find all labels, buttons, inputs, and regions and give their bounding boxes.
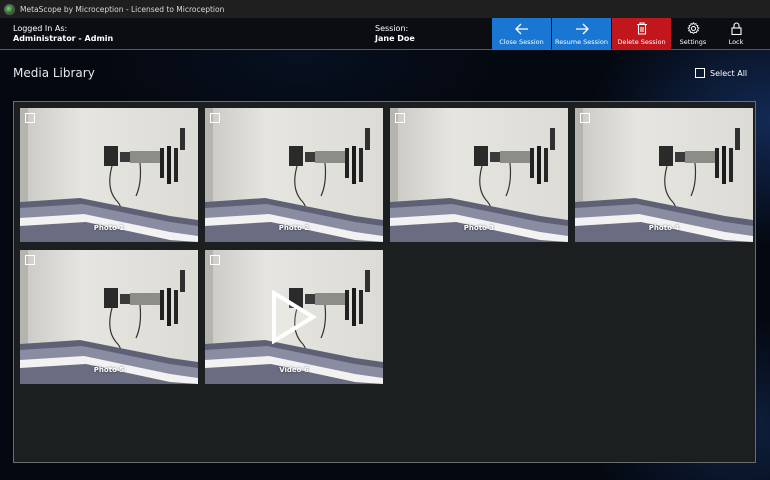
item-caption: Photo 2 (278, 224, 310, 232)
app-logo-icon (4, 3, 15, 15)
select-all-checkbox[interactable]: Select All (695, 68, 747, 78)
thumbnail-image (390, 108, 568, 242)
login-info: Logged In As: Administrator - Admin (13, 24, 113, 44)
item-caption: Photo 3 (463, 224, 495, 232)
media-item-video-6[interactable]: Video 6 (205, 250, 383, 384)
media-item-photo-2[interactable]: Photo 2 (205, 108, 383, 242)
login-user: Administrator - Admin (13, 34, 114, 43)
item-checkbox[interactable] (25, 255, 35, 265)
item-checkbox[interactable] (25, 113, 35, 123)
gear-icon (686, 22, 700, 35)
arrow-right-icon (575, 23, 589, 35)
thumbnail-image (575, 108, 753, 242)
session-info: Session: Jane Doe (375, 24, 415, 44)
item-caption: Photo 5 (93, 366, 125, 374)
media-grid: Photo 1 Photo 2 Photo 3 Photo 4 Photo 5 … (13, 101, 756, 463)
resume-session-label: Resume Session (555, 38, 608, 46)
arrow-left-icon (514, 23, 528, 35)
window-title: MetaScope by Microception - Licensed to … (20, 4, 225, 14)
delete-session-label: Delete Session (617, 38, 666, 46)
session-label: Session: (375, 24, 409, 33)
lock-icon (730, 22, 742, 35)
item-caption: Video 6 (279, 366, 309, 374)
login-label: Logged In As: (13, 24, 68, 33)
thumbnail-image (20, 108, 198, 242)
lock-button[interactable]: Lock (715, 18, 757, 50)
close-session-label: Close Session (499, 38, 544, 46)
session-header: Logged In As: Administrator - Admin Sess… (0, 18, 770, 50)
item-checkbox[interactable] (395, 113, 405, 123)
media-item-photo-3[interactable]: Photo 3 (390, 108, 568, 242)
media-item-photo-5[interactable]: Photo 5 (20, 250, 198, 384)
settings-label: Settings (679, 38, 707, 46)
page-title: Media Library (13, 66, 95, 80)
resume-session-button[interactable]: Resume Session (552, 18, 611, 50)
action-bar: Close Session Resume Session Delete Sess… (492, 18, 758, 50)
session-patient: Jane Doe (375, 34, 415, 43)
item-checkbox[interactable] (580, 113, 590, 123)
lock-label: Lock (728, 38, 744, 46)
item-checkbox[interactable] (210, 113, 220, 123)
close-session-button[interactable]: Close Session (492, 18, 551, 50)
checkbox-square (695, 68, 705, 78)
item-checkbox[interactable] (210, 255, 220, 265)
trash-icon (636, 22, 647, 35)
title-bar: MetaScope by Microception - Licensed to … (0, 0, 770, 18)
delete-session-button[interactable]: Delete Session (612, 18, 671, 50)
media-item-photo-1[interactable]: Photo 1 (20, 108, 198, 242)
thumbnail-image (205, 108, 383, 242)
media-item-photo-4[interactable]: Photo 4 (575, 108, 753, 242)
item-caption: Photo 1 (93, 224, 125, 232)
settings-button[interactable]: Settings (672, 18, 714, 50)
item-caption: Photo 4 (648, 224, 680, 232)
thumbnail-image (20, 250, 198, 384)
play-icon (272, 290, 317, 344)
select-all-label: Select All (710, 68, 748, 78)
